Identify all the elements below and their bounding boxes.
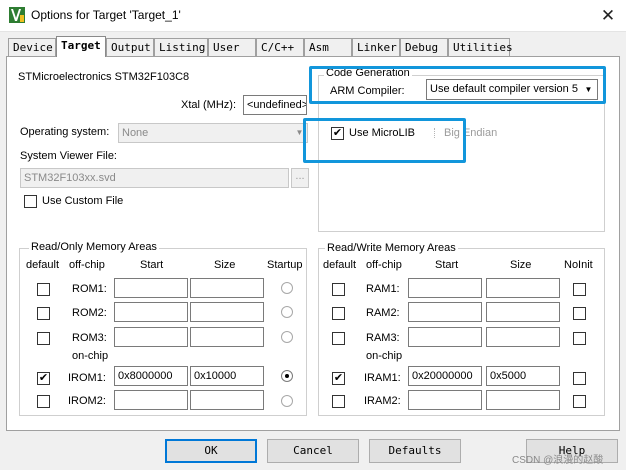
irom1-size-input[interactable]: 0x10000 xyxy=(190,366,264,386)
irom2-default-checkbox[interactable] xyxy=(37,395,50,408)
irom1-label: IROM1: xyxy=(68,372,106,384)
iram1-start-input[interactable]: 0x20000000 xyxy=(408,366,482,386)
irom2-startup-radio[interactable] xyxy=(281,395,293,407)
tab-asm[interactable]: Asm xyxy=(304,38,352,56)
irom2-label: IROM2: xyxy=(68,395,106,407)
iram1-label: IRAM1: xyxy=(364,372,401,384)
iram2-default-checkbox[interactable] xyxy=(332,395,345,408)
rom3-default-checkbox[interactable] xyxy=(37,332,50,345)
tab-user[interactable]: User xyxy=(208,38,256,56)
system-viewer-label: System Viewer File: xyxy=(20,150,117,162)
ram2-noinit-checkbox[interactable] xyxy=(573,307,586,320)
irom1-start-input[interactable]: 0x8000000 xyxy=(114,366,188,386)
rom1-default-checkbox[interactable] xyxy=(37,283,50,296)
ram1-size-input[interactable] xyxy=(486,278,560,298)
ram3-default-checkbox[interactable] xyxy=(332,332,345,345)
rom1-startup-radio[interactable] xyxy=(281,282,293,294)
rom1-label: ROM1: xyxy=(72,283,107,295)
ro-header-size: Size xyxy=(214,259,236,271)
xtal-label: Xtal (MHz): xyxy=(181,99,236,111)
ram3-size-input[interactable] xyxy=(486,327,560,347)
irom1-startup-radio[interactable] xyxy=(281,370,293,382)
irom2-start-input[interactable] xyxy=(114,390,188,410)
rw-header-offchip: off-chip xyxy=(366,259,402,271)
ok-button[interactable]: OK xyxy=(165,439,257,463)
iram2-label: IRAM2: xyxy=(364,395,401,407)
iram2-start-input[interactable] xyxy=(408,390,482,410)
irom1-default-checkbox[interactable]: ✔ xyxy=(37,372,50,385)
tab-listing[interactable]: Listing xyxy=(154,38,208,56)
microlib-highlight-box xyxy=(303,118,466,163)
ram3-noinit-checkbox[interactable] xyxy=(573,332,586,345)
ram2-label: RAM2: xyxy=(366,307,400,319)
ram3-start-input[interactable] xyxy=(408,327,482,347)
rom3-start-input[interactable] xyxy=(114,327,188,347)
rw-memory-legend: Read/Write Memory Areas xyxy=(325,242,458,254)
keil-app-icon xyxy=(9,7,25,23)
iram1-size-input[interactable]: 0x5000 xyxy=(486,366,560,386)
tab-output[interactable]: Output xyxy=(106,38,154,56)
use-custom-file-checkbox[interactable] xyxy=(24,195,37,208)
tab-debug[interactable]: Debug xyxy=(400,38,448,56)
tab-target[interactable]: Target xyxy=(56,36,106,57)
cancel-button[interactable]: Cancel xyxy=(267,439,359,463)
irom2-size-input[interactable] xyxy=(190,390,264,410)
xtal-input[interactable]: <undefined> xyxy=(243,95,307,115)
rw-header-noinit: NoInit xyxy=(564,259,593,271)
ram2-start-input[interactable] xyxy=(408,302,482,322)
rom2-size-input[interactable] xyxy=(190,302,264,322)
defaults-button[interactable]: Defaults xyxy=(369,439,461,463)
ro-memory-legend: Read/Only Memory Areas xyxy=(29,241,159,253)
ram2-size-input[interactable] xyxy=(486,302,560,322)
compiler-highlight-box xyxy=(309,66,606,104)
ram1-noinit-checkbox[interactable] xyxy=(573,283,586,296)
rom3-size-input[interactable] xyxy=(190,327,264,347)
system-viewer-input[interactable]: STM32F103xx.svd xyxy=(20,168,289,188)
ro-header-default: default xyxy=(26,259,60,271)
tab-linker[interactable]: Linker xyxy=(352,38,400,56)
rom3-label: ROM3: xyxy=(72,332,107,344)
rw-header-start: Start xyxy=(435,259,459,271)
ro-onchip-label: on-chip xyxy=(72,350,109,362)
browse-svd-button[interactable]: ... xyxy=(291,168,309,188)
ram1-start-input[interactable] xyxy=(408,278,482,298)
rw-onchip-label: on-chip xyxy=(366,350,403,362)
rw-header-default: default xyxy=(323,259,357,271)
ram1-label: RAM1: xyxy=(366,283,400,295)
radio-selected-dot xyxy=(285,374,289,378)
iram2-noinit-checkbox[interactable] xyxy=(573,395,586,408)
close-button[interactable]: ✕ xyxy=(590,0,626,32)
rom2-start-input[interactable] xyxy=(114,302,188,322)
csdn-watermark: CSDN @浪漫的赵酸 xyxy=(512,455,604,466)
window-title: Options for Target 'Target_1' xyxy=(31,8,181,22)
device-name: STMicroelectronics STM32F103C8 xyxy=(18,71,190,83)
ram2-default-checkbox[interactable] xyxy=(332,307,345,320)
ro-header-startup: Startup xyxy=(267,259,303,271)
operating-system-label: Operating system: xyxy=(20,126,110,138)
rom1-start-input[interactable] xyxy=(114,278,188,298)
ro-header-start: Start xyxy=(140,259,164,271)
iram2-size-input[interactable] xyxy=(486,390,560,410)
rom3-startup-radio[interactable] xyxy=(281,331,293,343)
iram1-default-checkbox[interactable]: ✔ xyxy=(332,372,345,385)
tab-device[interactable]: Device xyxy=(8,38,56,56)
rom2-default-checkbox[interactable] xyxy=(37,307,50,320)
tab-c-cpp[interactable]: C/C++ xyxy=(256,38,304,56)
ram3-label: RAM3: xyxy=(366,332,400,344)
operating-system-select[interactable]: None xyxy=(118,123,308,143)
use-custom-file-label: Use Custom File xyxy=(42,195,124,207)
tab-utilities[interactable]: Utilities xyxy=(448,38,513,56)
ro-header-offchip: off-chip xyxy=(69,259,105,271)
iram1-noinit-checkbox[interactable] xyxy=(573,372,586,385)
rw-header-size: Size xyxy=(510,259,532,271)
rom1-size-input[interactable] xyxy=(190,278,264,298)
rom2-startup-radio[interactable] xyxy=(281,306,293,318)
ram1-default-checkbox[interactable] xyxy=(332,283,345,296)
rom2-label: ROM2: xyxy=(72,307,107,319)
